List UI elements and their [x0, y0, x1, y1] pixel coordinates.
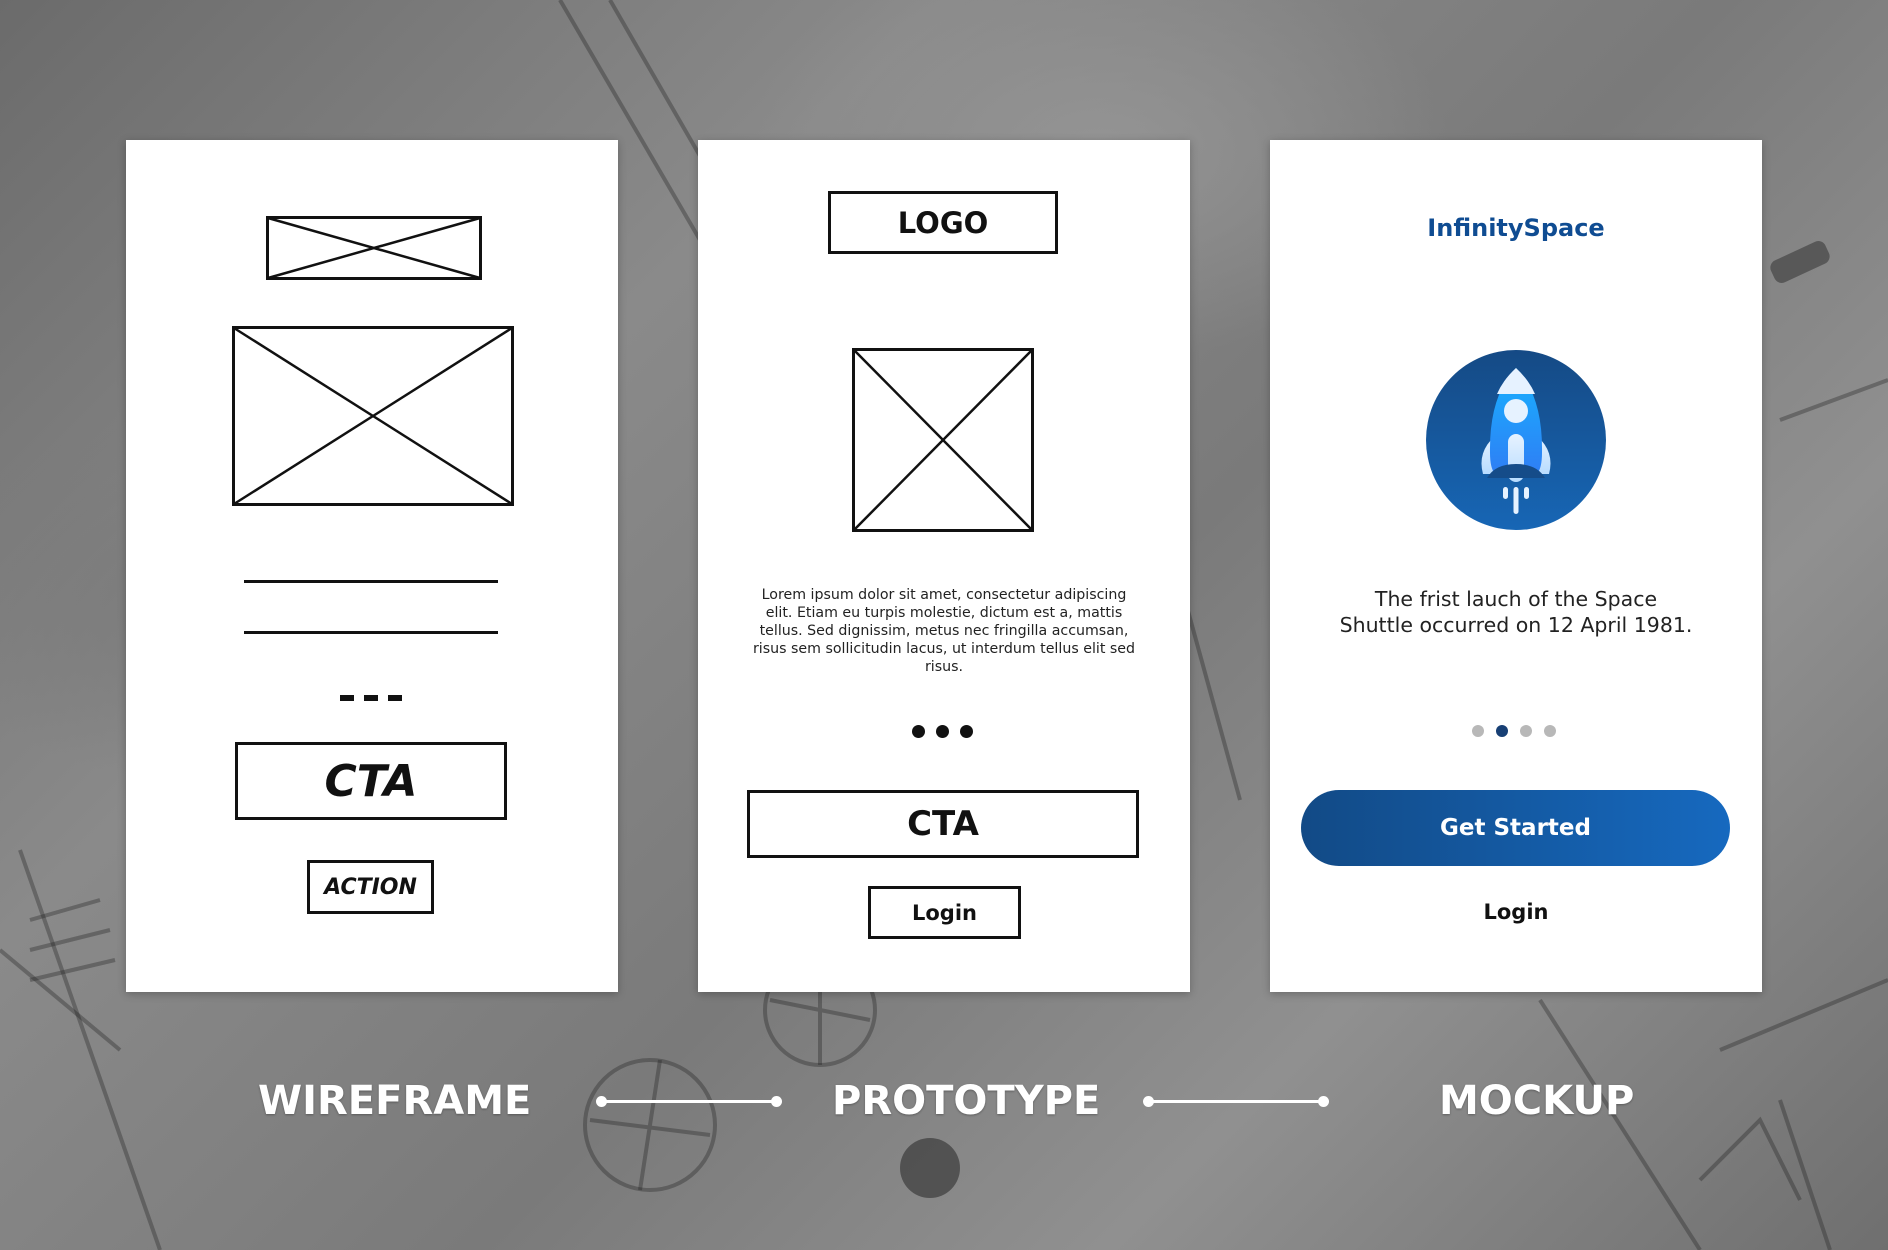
stage-label-mockup: MOCKUP [1439, 1078, 1635, 1124]
image-placeholder [852, 348, 1034, 532]
text-line-placeholder [244, 631, 498, 634]
pagination-dashes [340, 695, 402, 701]
stage-label-wireframe: WIREFRAME [258, 1078, 532, 1124]
text-line-placeholder [244, 580, 498, 583]
cta-label: CTA [907, 804, 979, 844]
stage-connector [596, 1096, 782, 1107]
login-label: Login [912, 900, 977, 925]
rocket-icon [1426, 350, 1606, 530]
logo-placeholder-image [266, 216, 482, 280]
prototype-card: LOGO Lorem ipsum dolor sit amet, consect… [698, 140, 1190, 992]
logo-box: LOGO [828, 191, 1058, 254]
caption-line: Shuttle occurred on 12 April 1981. [1339, 613, 1693, 637]
brand-name: InfinitySpace [1427, 214, 1605, 242]
mockup-card: InfinitySpace The frist lauch of the Spa… [1270, 140, 1762, 992]
cta-button[interactable]: CTA [235, 742, 507, 820]
hero-image-placeholder [232, 326, 514, 506]
pagination-dot[interactable] [1472, 725, 1484, 737]
stage-connector [1143, 1096, 1329, 1107]
pagination-dots [1472, 725, 1562, 738]
logo-label: LOGO [897, 205, 989, 240]
wireframe-card: CTA ACTION [126, 140, 618, 992]
caption: The frist lauch of the Space Shuttle occ… [1270, 586, 1762, 638]
pagination-dots [912, 725, 976, 738]
login-link[interactable]: Login [1270, 900, 1762, 924]
get-started-label: Get Started [1440, 815, 1591, 841]
pagination-dot[interactable] [1520, 725, 1532, 737]
pagination-dot[interactable] [1544, 725, 1556, 737]
cta-button[interactable]: CTA [747, 790, 1139, 858]
get-started-button[interactable]: Get Started [1301, 790, 1730, 866]
cta-label: CTA [324, 755, 418, 807]
caption-line: The frist lauch of the Space [1374, 587, 1658, 611]
login-button[interactable]: Login [868, 886, 1021, 939]
action-button[interactable]: ACTION [307, 860, 434, 914]
action-label: ACTION [324, 874, 417, 900]
pagination-dot-active[interactable] [1496, 725, 1508, 737]
stage-label-prototype: PROTOTYPE [832, 1078, 1101, 1124]
body-text: Lorem ipsum dolor sit amet, consectetur … [752, 587, 1136, 675]
